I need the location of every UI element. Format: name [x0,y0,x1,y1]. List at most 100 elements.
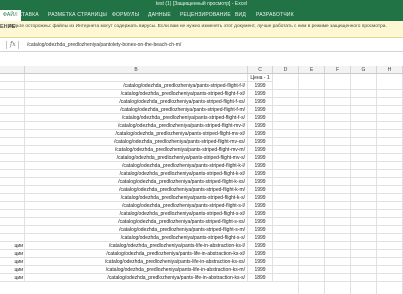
cell-g[interactable] [351,274,377,282]
cell-e[interactable] [299,266,325,274]
cell-e[interactable] [299,138,325,146]
cell-d[interactable] [273,138,299,146]
cell-g[interactable] [351,194,377,202]
cell-g[interactable] [351,114,377,122]
cell-e[interactable] [299,82,325,90]
cell-h[interactable] [377,242,403,250]
cell-h[interactable] [377,122,403,130]
cell-e[interactable] [299,274,325,282]
cell-h[interactable] [377,90,403,98]
cell-g[interactable] [351,218,377,226]
cell-a[interactable] [0,114,25,122]
cell-b[interactable]: /catalog/odezhda_predlozheniya/pants-str… [25,122,248,130]
column-header-a[interactable] [0,66,25,74]
column-header-b[interactable]: B [25,66,248,74]
cell-c[interactable]: 1999 [248,226,273,234]
cell-g[interactable] [351,258,377,266]
cell-a[interactable] [0,186,25,194]
column-header-f[interactable]: F [325,66,351,74]
cell-d[interactable] [273,98,299,106]
cell-c[interactable]: 1999 [248,90,273,98]
cell-c[interactable]: 1999 [248,194,273,202]
cell-a[interactable] [0,154,25,162]
cell-e[interactable] [299,242,325,250]
cell-c[interactable]: 1999 [248,218,273,226]
cell-g[interactable] [351,242,377,250]
cell-d[interactable] [273,90,299,98]
cell-h[interactable] [377,106,403,114]
cell-h[interactable] [377,266,403,274]
cell-c[interactable]: 1999 [248,234,273,242]
cell-f[interactable] [325,210,351,218]
cell-c[interactable]: 1899 [248,274,273,282]
cell-f[interactable] [325,274,351,282]
cell-f[interactable] [325,122,351,130]
cell-a[interactable] [0,210,25,218]
cell-f[interactable] [325,178,351,186]
cell-b[interactable]: /catalog/odezhda_predlozheniya/pants-str… [25,202,248,210]
insert-function-icon[interactable]: fx [10,41,16,48]
cell-g[interactable] [351,186,377,194]
cell-f[interactable] [325,194,351,202]
cell-e[interactable] [299,106,325,114]
cell-f[interactable] [325,186,351,194]
cell-h[interactable] [377,114,403,122]
cell-b[interactable] [25,74,248,82]
cell-c[interactable]: 1999 [248,82,273,90]
cell-d[interactable] [273,226,299,234]
cell-h[interactable] [377,98,403,106]
cell-h[interactable] [377,170,403,178]
cell-c[interactable]: 1999 [248,130,273,138]
tab-data[interactable]: ДАННЫЕ [148,12,171,18]
cell-f[interactable] [325,234,351,242]
cell-a[interactable]: ции [0,274,25,282]
cell-f[interactable] [325,130,351,138]
cell-g[interactable] [351,122,377,130]
cell-g[interactable] [351,90,377,98]
cell-g[interactable] [351,170,377,178]
cell-g[interactable] [351,98,377,106]
cell-b[interactable]: /catalog/odezhda_predlozheniya/pants-lif… [25,242,248,250]
cell-d[interactable] [273,186,299,194]
cell-f[interactable] [325,138,351,146]
cell-h[interactable] [377,162,403,170]
cell-f[interactable] [325,266,351,274]
cell-f[interactable] [325,258,351,266]
cell-a[interactable] [0,138,25,146]
cell-e[interactable] [299,170,325,178]
cell-g[interactable] [351,162,377,170]
cell-d[interactable] [273,266,299,274]
cell-e[interactable] [299,122,325,130]
tab-formulas[interactable]: ФОРМУЛЫ [112,12,139,18]
cell-h[interactable] [377,274,403,282]
cell-b[interactable]: /catalog/odezhda_predlozheniya/pants-str… [25,106,248,114]
cell-f[interactable] [325,242,351,250]
cell-h[interactable] [377,82,403,90]
cell-c[interactable]: 1999 [248,258,273,266]
cell-b[interactable]: /catalog/odezhda_predlozheniya/pants-str… [25,162,248,170]
cell-a[interactable] [0,202,25,210]
cell-a[interactable] [0,234,25,242]
cell-h[interactable] [377,186,403,194]
cell-b[interactable]: /catalog/odezhda_predlozheniya/pants-str… [25,218,248,226]
cell-a[interactable]: ции [0,250,25,258]
cell-d[interactable] [273,122,299,130]
cell-f[interactable] [325,202,351,210]
worksheet[interactable]: B C D E F G H Цена - 1/catalog/odezhda_p… [0,58,403,294]
cell-d[interactable] [273,210,299,218]
cell-d[interactable] [273,234,299,242]
cell-c[interactable]: 1999 [248,154,273,162]
cell-h[interactable] [377,146,403,154]
column-header-d[interactable]: D [273,66,299,74]
cell-a[interactable]: ции [0,242,25,250]
cell-e[interactable] [299,258,325,266]
cell-c[interactable]: 1999 [248,242,273,250]
cell-h[interactable] [377,130,403,138]
cell-h[interactable] [377,154,403,162]
cell-a[interactable] [0,82,25,90]
cell-b[interactable]: /catalog/odezhda_predlozheniya/pants-str… [25,210,248,218]
cell-a[interactable] [0,130,25,138]
column-header-h[interactable]: H [377,66,403,74]
cell-a[interactable] [0,162,25,170]
tab-developer[interactable]: РАЗРАБОТЧИК [256,12,294,18]
